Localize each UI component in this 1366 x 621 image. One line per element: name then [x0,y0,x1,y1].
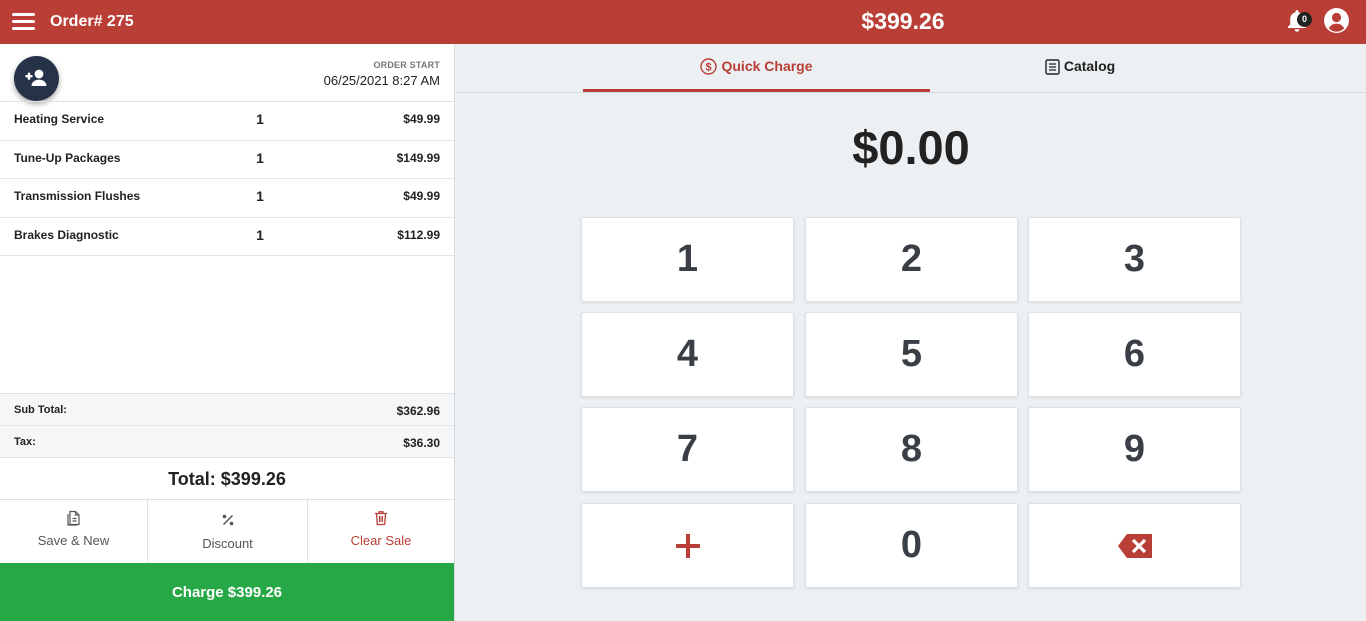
order-start-value: 06/25/2021 8:27 AM [323,73,440,88]
keypad-backspace-button[interactable] [1028,503,1241,588]
item-quantity: 1 [256,188,264,204]
keypad-key-3[interactable]: 3 [1028,217,1241,302]
keypad-key-9[interactable]: 9 [1028,407,1241,492]
key-label: 0 [900,524,923,566]
tax-row: Tax: $36.30 [0,426,454,458]
item-name: Heating Service [14,112,105,126]
order-start-label: ORDER START [373,60,440,70]
plus-icon [675,533,700,558]
order-title: Order# 275 [50,13,134,30]
notification-badge: 0 [1297,12,1312,27]
keypad-key-2[interactable]: 2 [805,217,1018,302]
key-label: 9 [1123,428,1146,470]
order-item[interactable]: Transmission Flushes 1 $49.99 [0,179,454,218]
item-quantity: 1 [256,111,264,127]
keypad-key-8[interactable]: 8 [805,407,1018,492]
save-new-button[interactable]: Save & New [0,500,147,563]
key-label: 3 [1123,238,1146,280]
header-total: $399.26 [861,8,945,34]
menu-icon[interactable] [12,13,35,31]
order-item[interactable]: Tune-Up Packages 1 $149.99 [0,141,454,179]
mode-tabs: $ Quick Charge Catalog [456,44,1366,93]
item-quantity: 1 [256,149,264,166]
keypad-key-7[interactable]: 7 [581,407,794,492]
add-user-icon [25,69,47,86]
svg-text:$: $ [706,62,712,74]
discount-label: Discount [202,536,253,551]
key-label: 5 [900,333,923,375]
clear-sale-label: Clear Sale [350,533,412,548]
save-document-icon [66,510,80,526]
subtotal-row: Sub Total: $362.96 [0,394,454,426]
save-new-label: Save & New [37,533,110,548]
keypad-key-6[interactable]: 6 [1028,312,1241,397]
key-label: 6 [1123,333,1146,375]
keypad-key-0[interactable]: 0 [805,503,1018,588]
subtotal-value: $362.96 [396,404,440,418]
keypad-key-4[interactable]: 4 [581,312,794,397]
catalog-icon [1045,59,1060,75]
tax-label: Tax: [14,436,36,448]
item-price: $49.99 [403,112,440,126]
key-label: 8 [900,428,923,470]
item-price: $49.99 [403,189,440,203]
tab-catalog[interactable]: Catalog [930,44,1230,92]
key-label: 2 [900,238,923,280]
item-quantity: 1 [256,226,264,243]
backspace-icon [1117,533,1152,558]
add-customer-button[interactable] [14,56,59,101]
order-panel: ORDER START 06/25/2021 8:27 AM Heating S… [0,44,455,621]
keypad-key-5[interactable]: 5 [805,312,1018,397]
user-account-icon[interactable] [1324,8,1349,33]
clear-sale-button[interactable]: Clear Sale [307,500,454,563]
keypad-add-button[interactable] [581,503,794,588]
percent-icon [222,514,233,526]
trash-icon [375,511,387,526]
order-total: Total: $399.26 [0,457,454,500]
tax-value: $36.30 [403,436,440,450]
top-bar: Order# 275 $399.26 0 [0,0,1366,44]
tab-quick-charge-label: Quick Charge [721,58,813,74]
tab-catalog-label: Catalog [1063,58,1116,74]
dollar-circle-icon: $ [700,58,718,75]
tab-quick-charge[interactable]: $ Quick Charge [583,44,930,92]
order-item[interactable]: Brakes Diagnostic 1 $112.99 [0,218,454,256]
totals-section: Sub Total: $362.96 Tax: $36.30 [0,393,454,458]
item-price: $112.99 [397,227,440,242]
item-name: Tune-Up Packages [14,150,121,165]
key-label: 1 [676,238,699,280]
item-name: Transmission Flushes [14,189,141,203]
item-name: Brakes Diagnostic [14,227,119,242]
subtotal-label: Sub Total: [14,404,67,416]
keypad-key-1[interactable]: 1 [581,217,794,302]
key-label: 7 [676,428,699,470]
charge-button[interactable]: Charge $399.26 [0,563,454,621]
discount-button[interactable]: Discount [147,500,307,563]
order-actions: Save & New Discount Clear Sale [0,500,454,563]
key-label: 4 [676,333,699,375]
item-price: $149.99 [396,150,440,165]
order-item[interactable]: Heating Service 1 $49.99 [0,102,454,141]
charge-amount-display: $0.00 [852,121,970,174]
order-items-list: Heating Service 1 $49.99 Tune-Up Package… [0,101,454,256]
